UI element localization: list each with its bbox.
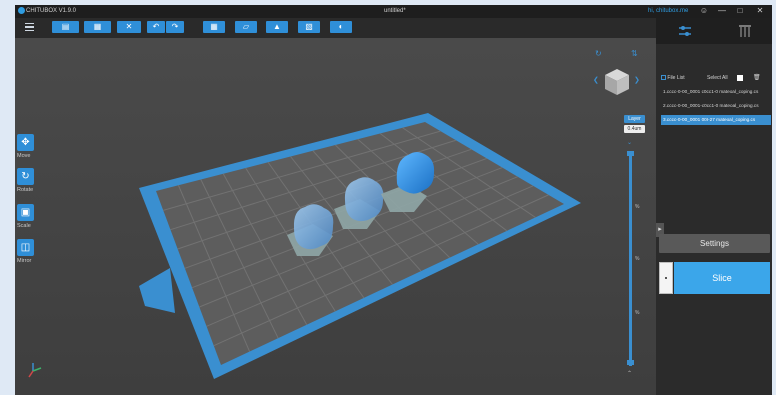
rotate-tool[interactable]: ↻ Rotate [17,168,39,193]
open-file-button[interactable]: ▤ [52,21,79,33]
layer-badge[interactable]: Layer [624,115,645,123]
scale-tool[interactable]: ▣ Scale [17,204,39,229]
slider-mark-1: % [635,204,640,210]
settings-button[interactable]: Settings [659,234,770,253]
slice-option-button[interactable] [659,262,673,294]
split-icon: ▧ [305,22,313,31]
view-right-icon[interactable]: ❯ [634,76,640,84]
support-button[interactable]: ▲ [266,21,288,33]
select-all-checkbox[interactable] [737,75,743,81]
file-list-icon [661,75,666,81]
main-toolbar: ▤ ▦ ✕ ↶ ↷ ▦ ▱ ▲ ▧ ◐ [15,18,656,38]
measure-button[interactable]: ◐ [330,21,352,33]
mirror-tool[interactable]: ◫ Mirror [17,239,39,264]
slider-mark-2: % [635,256,640,262]
view-front-icon[interactable]: ↻ [595,49,602,58]
grid-icon: ▦ [210,22,218,31]
document-title: untitled* [384,8,406,14]
select-all-label: Select All [707,75,728,81]
tab-supports[interactable] [736,22,754,40]
file-list-header: File List Select All 🗑 [661,73,771,83]
move-tool[interactable]: ✥ Move [17,134,39,159]
scale-label: Scale [17,223,31,229]
view-left-icon[interactable]: ❮ [593,76,599,84]
file-row-1[interactable]: 1.cccc-0-00_0001 c0cc1-0 mateoal_coping.… [661,87,771,97]
save-button[interactable]: ▦ [84,21,111,33]
close-icon[interactable]: ✕ [753,6,767,16]
undo-icon: ↶ [152,22,160,31]
file-row-3-selected[interactable]: 3.cccc-0-00_0001 00I-27 mateoal_coping.c… [661,115,771,125]
layer-slider-track [629,152,632,366]
chitubox-window: CHITUBOX V1.9.0 untitled* hi, chitubox.m… [15,5,772,395]
redo-icon: ↷ [171,22,179,31]
trash-icon[interactable]: 🗑 [753,73,761,83]
rotate-icon[interactable]: ↻ [17,168,34,185]
file-row-2[interactable]: 2.cccc-0-00_0001-c0cc1-0 mateoal_coping.… [661,101,771,111]
app-logo-icon [18,7,25,14]
maximize-icon[interactable]: □ [733,6,747,16]
scene-canvas [15,38,656,395]
folder-icon: ▤ [61,22,70,31]
tab-models[interactable] [676,22,694,40]
slider-mark-3: % [635,310,640,316]
move-icon[interactable]: ✥ [17,134,34,151]
slice-button[interactable]: Slice [674,262,770,294]
user-icon[interactable]: ☺ [697,6,711,16]
user-link[interactable]: hi, chitubox.me [648,8,688,14]
measure-icon: ◐ [338,22,344,31]
file-list-label: File List [667,75,685,81]
3d-viewport[interactable]: ↻ ⇅ ❮ ❯ ✥ Move ↻ Rotate ▣ Scale ◫ Mirror… [15,38,656,395]
right-panel: File List Select All 🗑 1.cccc-0-00_0001 … [656,18,772,395]
undo-button[interactable]: ↶ [147,21,165,33]
split-button[interactable]: ▧ [298,21,320,33]
layout-button[interactable]: ▦ [203,21,225,33]
layer-slider-top-handle [627,151,634,156]
mirror-icon[interactable]: ◫ [17,239,34,256]
delete-button[interactable]: ✕ [117,21,141,33]
layer-slider-bottom-handle [627,360,634,365]
mirror-label: Mirror [17,258,32,264]
redo-button[interactable]: ↷ [166,21,184,33]
close-icon: ✕ [125,22,133,31]
support-icon: ▲ [273,22,281,31]
scale-icon[interactable]: ▣ [17,204,34,221]
minimize-icon[interactable]: — [715,6,729,16]
sliders-icon [679,26,691,36]
slider-up-arrow-icon[interactable]: ⌄ [627,139,632,146]
layer-height-badge[interactable]: 0.4um [624,125,645,133]
app-title: CHITUBOX V1.9.0 [26,8,77,14]
hollow-icon: ▱ [242,22,250,31]
view-top-icon[interactable]: ⇅ [631,49,638,58]
title-bar: CHITUBOX V1.9.0 untitled* hi, chitubox.m… [15,5,772,18]
hollow-button[interactable]: ▱ [235,21,257,33]
move-label: Move [17,153,31,159]
rotate-label: Rotate [17,187,34,193]
supports-icon [739,25,751,37]
save-icon: ▦ [93,22,102,31]
panel-tabs [656,18,772,44]
dot-icon [665,277,667,279]
slider-down-arrow-icon[interactable]: ⌃ [627,370,632,377]
menu-icon[interactable] [25,23,34,31]
